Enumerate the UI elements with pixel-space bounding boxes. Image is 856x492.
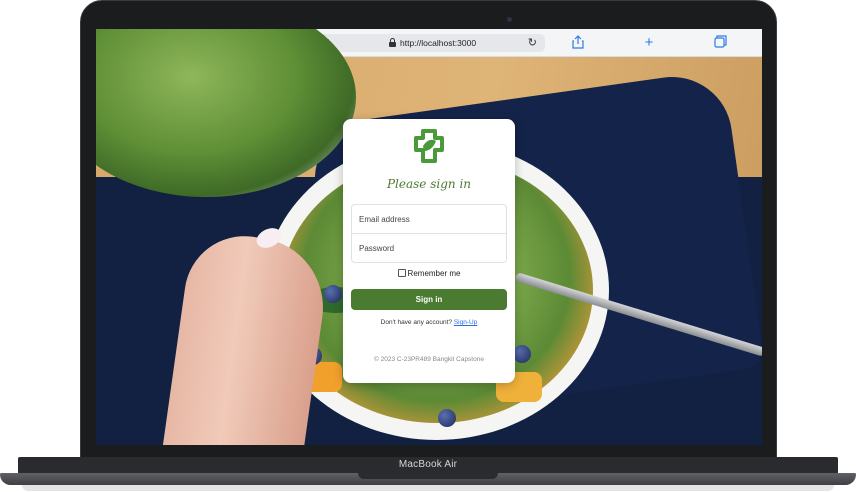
trackpad-notch (358, 473, 498, 479)
remember-checkbox[interactable] (397, 269, 406, 277)
signup-prompt: Don't have any account? Sign-Up (343, 319, 515, 326)
camera (507, 17, 512, 22)
sign-up-link[interactable]: Sign-Up (454, 319, 477, 326)
device-label: MacBook Air (398, 459, 458, 470)
laptop-base: MacBook Air (0, 457, 856, 492)
tabs-icon[interactable] (712, 35, 728, 51)
app-logo-icon (412, 129, 446, 163)
sign-in-button[interactable]: Sign in (351, 289, 507, 310)
reload-icon[interactable]: ↻ (528, 36, 537, 49)
remember-me[interactable]: Remember me (343, 269, 515, 278)
address-bar[interactable]: AA http://localhost:3000 ↻ (314, 34, 545, 52)
password-input[interactable] (351, 233, 507, 263)
share-icon[interactable] (570, 35, 586, 51)
email-input[interactable] (351, 204, 507, 234)
new-tab-icon[interactable]: + (641, 35, 657, 51)
remember-label: Remember me (407, 269, 461, 278)
no-account-text: Don't have any account? (380, 319, 453, 326)
login-card: Please sign in Remember me Sign in Don't… (343, 119, 515, 383)
copyright-text: © 2023 C-23PR489 Bangkit Capstone (374, 356, 484, 363)
lock-icon (389, 38, 396, 47)
browser-screen: ‹ › AA http://localhost:3000 ↻ + (96, 29, 762, 445)
login-title: Please sign in (386, 177, 472, 191)
url-text[interactable]: http://localhost:3000 (400, 38, 476, 48)
